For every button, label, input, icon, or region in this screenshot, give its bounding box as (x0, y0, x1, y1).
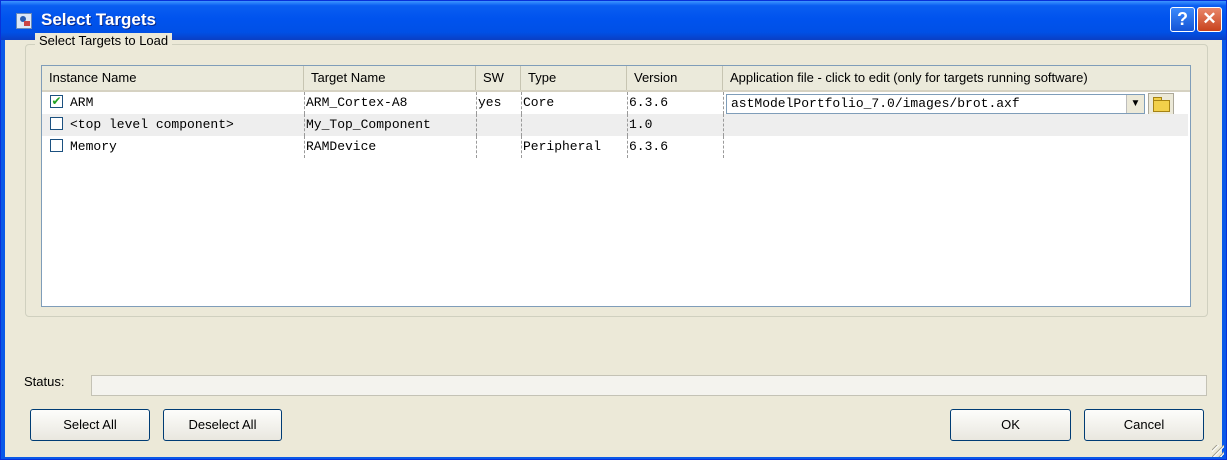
column-header-target-name[interactable]: Target Name (304, 66, 476, 90)
group-label: Select Targets to Load (35, 33, 173, 48)
column-divider (304, 136, 305, 158)
sw-cell (478, 114, 520, 136)
target-name-cell: ARM_Cortex-A8 (306, 95, 408, 110)
instance-name-cell: Memory (70, 139, 117, 154)
instance-name-cell: <top level component> (70, 117, 234, 132)
column-divider (627, 92, 628, 114)
column-divider (627, 136, 628, 158)
column-divider (723, 92, 724, 114)
application-file-cell[interactable] (728, 136, 1168, 158)
column-divider (304, 114, 305, 136)
chevron-down-icon[interactable]: ▼ (1126, 95, 1144, 113)
row-checkbox[interactable]: ✔ (50, 95, 63, 108)
table-row[interactable]: ✔ ARM ARM_Cortex-A8 yes Core 6.3.6 astMo… (42, 92, 1188, 115)
column-header-sw[interactable]: SW (476, 66, 521, 90)
targets-list[interactable]: Instance Name Target Name SW Type Versio… (41, 65, 1191, 307)
row-checkbox[interactable] (50, 117, 63, 130)
application-file-value[interactable]: astModelPortfolio_7.0/images/brot.axf (731, 95, 1020, 113)
application-file-cell[interactable] (728, 114, 1168, 136)
column-header-type[interactable]: Type (521, 66, 627, 90)
version-cell: 6.3.6 (629, 95, 669, 110)
folder-body-shape (1153, 100, 1170, 112)
column-divider (627, 114, 628, 136)
column-divider (521, 114, 522, 136)
status-field (91, 375, 1207, 396)
ok-button[interactable]: OK (950, 409, 1071, 441)
type-cell (523, 114, 626, 136)
column-divider (476, 114, 477, 136)
resize-grip-icon[interactable] (1212, 445, 1224, 457)
column-header-version[interactable]: Version (627, 66, 723, 90)
open-folder-icon[interactable] (1148, 93, 1174, 115)
table-row[interactable]: Memory RAMDevice Peripheral 6.3.6 (42, 136, 1188, 158)
table-row[interactable]: <top level component> My_Top_Component 1… (42, 114, 1188, 136)
application-file-combobox[interactable]: astModelPortfolio_7.0/images/brot.axf ▼ (726, 94, 1145, 114)
help-button[interactable]: ? (1170, 7, 1195, 32)
close-button[interactable]: ✕ (1197, 7, 1222, 32)
select-targets-window: Select Targets ? ✕ Select Targets to Loa… (0, 0, 1227, 460)
column-divider (304, 92, 305, 114)
list-header: Instance Name Target Name SW Type Versio… (42, 66, 1190, 92)
row-checkbox[interactable] (50, 139, 63, 152)
column-divider (723, 114, 724, 136)
deselect-all-button[interactable]: Deselect All (163, 409, 282, 441)
sw-cell (478, 136, 520, 158)
status-label: Status: (24, 374, 65, 389)
version-cell: 6.3.6 (629, 139, 669, 154)
sw-cell: yes (478, 95, 502, 110)
column-divider (723, 136, 724, 158)
type-cell: Peripheral (523, 139, 602, 154)
version-cell: 1.0 (629, 117, 653, 132)
app-icon (16, 13, 32, 29)
column-divider (476, 136, 477, 158)
column-header-application-file[interactable]: Application file - click to edit (only f… (723, 66, 1190, 90)
type-cell: Core (523, 95, 555, 110)
column-divider (476, 92, 477, 114)
column-divider (521, 92, 522, 114)
select-all-button[interactable]: Select All (30, 409, 150, 441)
target-name-cell: RAMDevice (306, 139, 377, 154)
target-name-cell: My_Top_Component (306, 117, 431, 132)
cancel-button[interactable]: Cancel (1084, 409, 1204, 441)
window-title: Select Targets (41, 10, 156, 29)
column-divider (521, 136, 522, 158)
title-bar[interactable]: Select Targets ? ✕ (1, 1, 1226, 40)
column-header-instance-name[interactable]: Instance Name (42, 66, 304, 90)
instance-name-cell: ARM (70, 95, 94, 110)
